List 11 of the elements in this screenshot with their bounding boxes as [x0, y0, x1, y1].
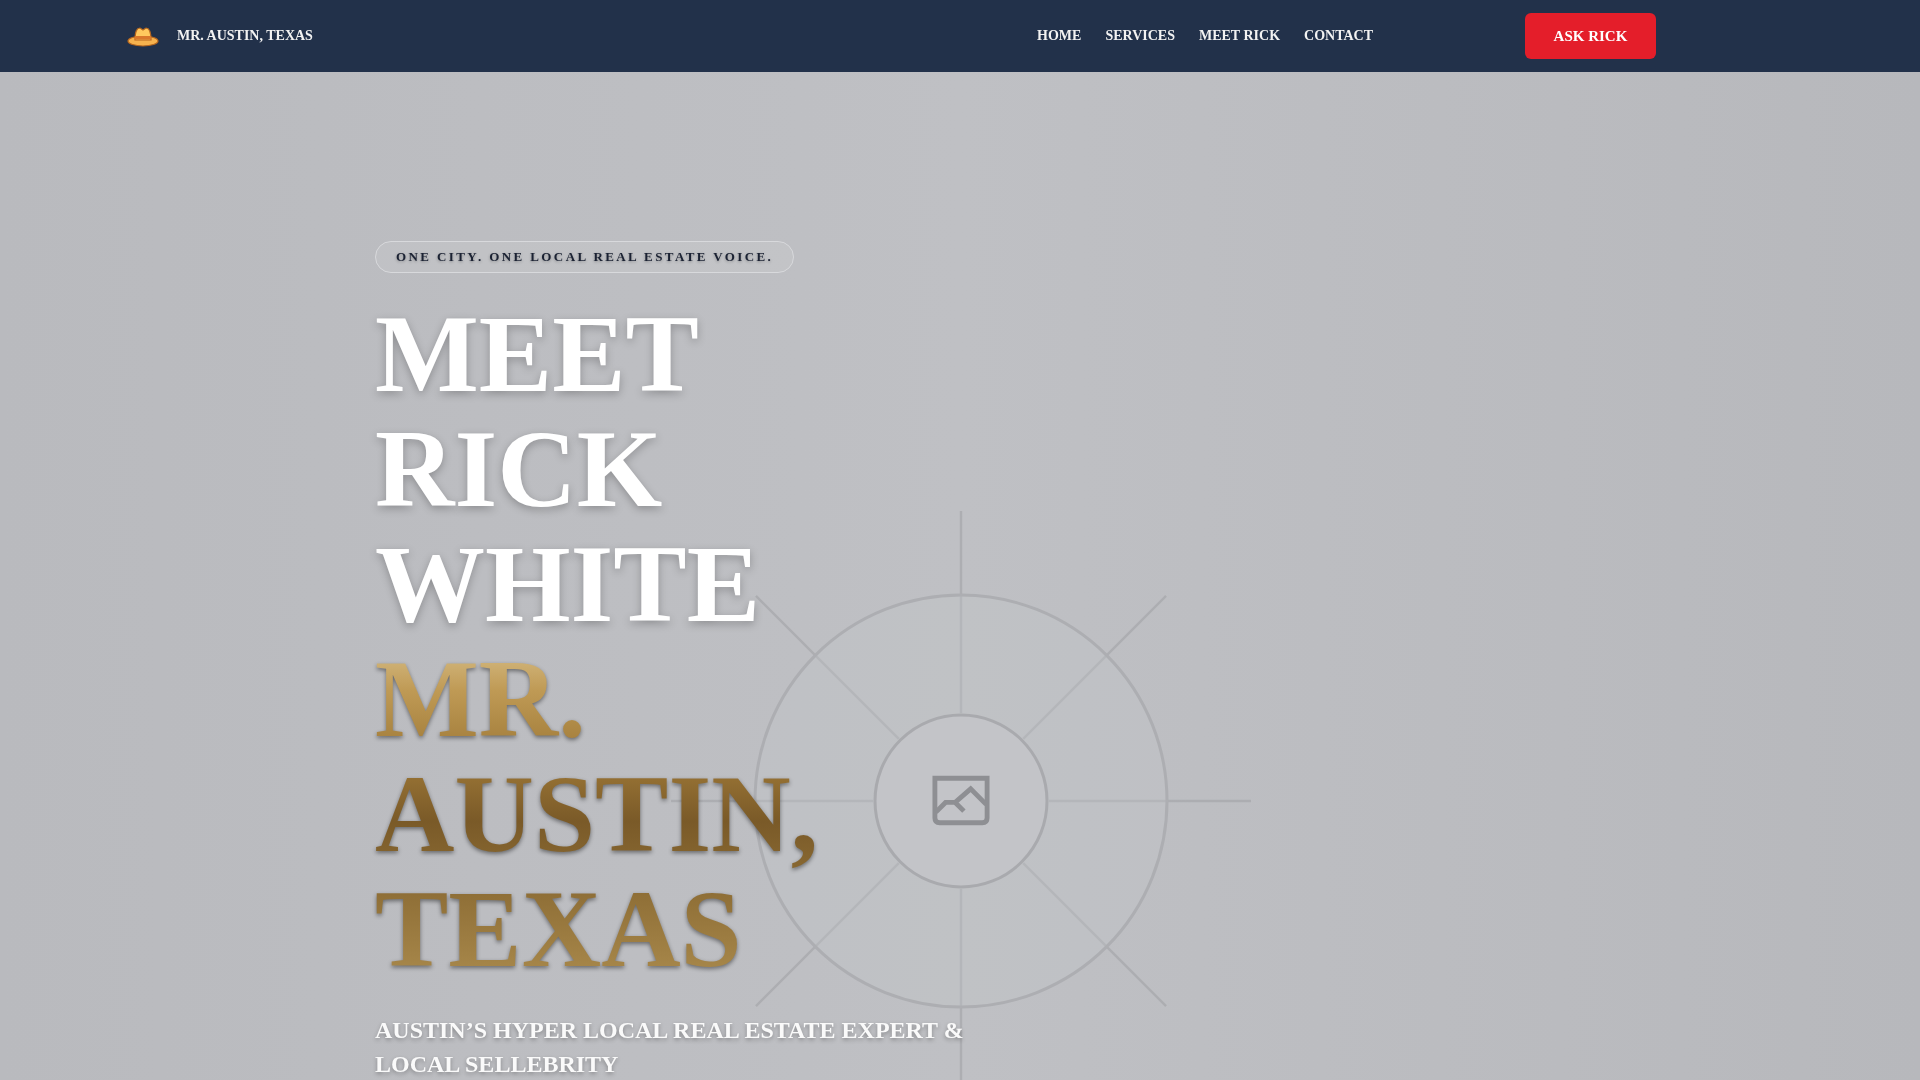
brand-name[interactable]: MR. AUSTIN, TEXAS [177, 28, 313, 44]
nav-link[interactable]: HOME [1037, 28, 1082, 44]
subtitle: AUSTIN’S HYPER LOCAL REAL ESTATE EXPERT & LOCAL SELLEBRITY [375, 1016, 965, 1079]
tagline-pill: ONE CITY. ONE LOCAL REAL ESTATE VOICE. [375, 241, 795, 273]
nav-link[interactable]: SERVICES [1105, 28, 1175, 44]
image-icon [932, 775, 990, 826]
hat-icon [127, 25, 159, 47]
ask-button[interactable]: ASK RICK [1525, 13, 1656, 59]
headline: MEET RICK WHITE [375, 297, 762, 642]
nav-link[interactable]: MEET RICK [1199, 28, 1281, 44]
nav-link[interactable]: CONTACT [1304, 28, 1373, 44]
